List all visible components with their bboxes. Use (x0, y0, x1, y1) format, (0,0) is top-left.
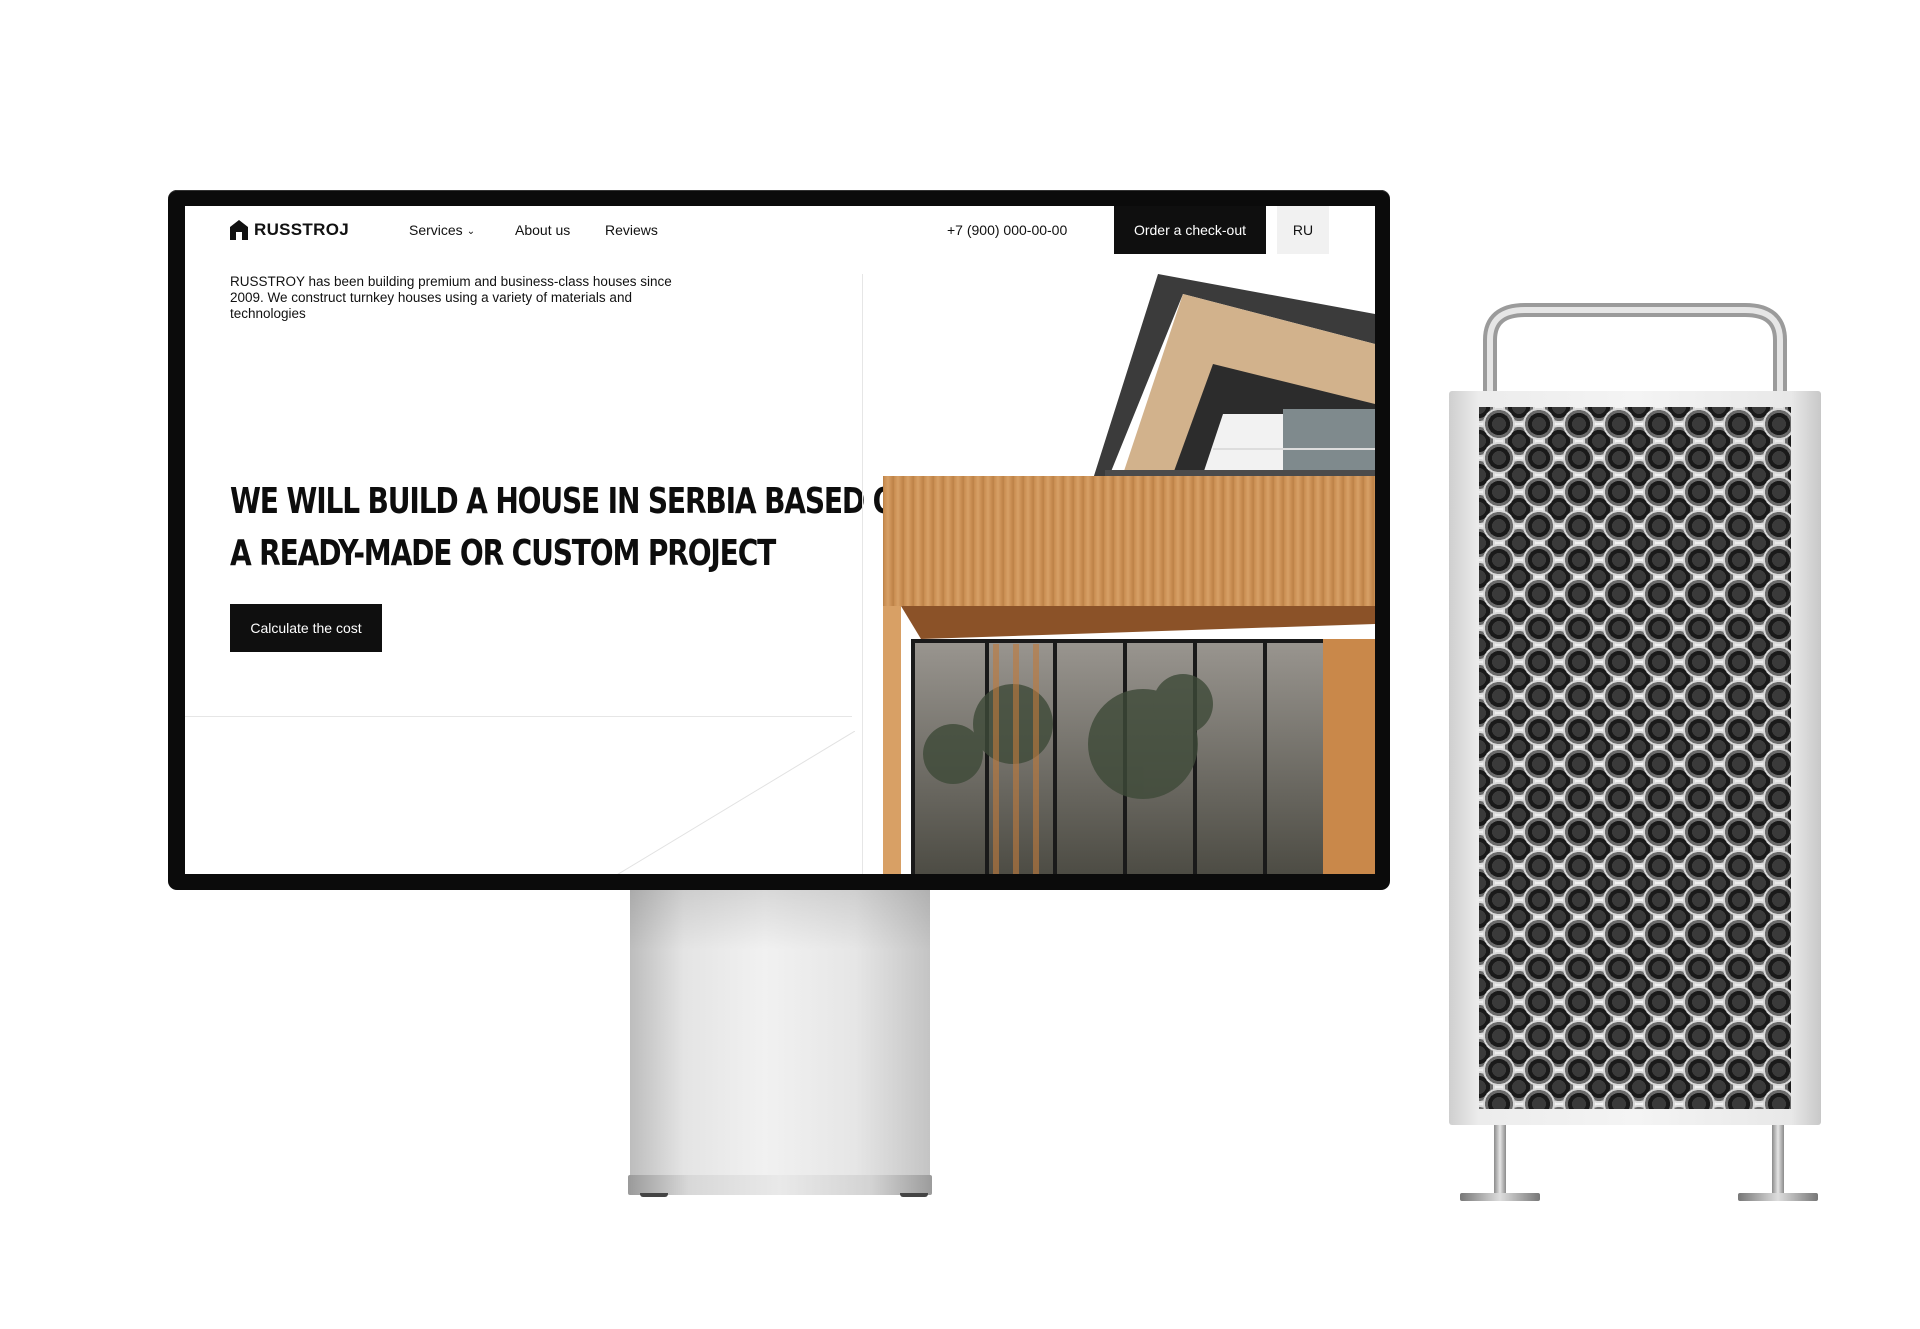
logo[interactable]: RUSSTROJ (230, 219, 349, 241)
tower-foot-right (1738, 1193, 1818, 1201)
display-monitor: RUSSTROJ Services ⌄ About us Reviews +7 (… (168, 190, 1390, 890)
website-screen: RUSSTROJ Services ⌄ About us Reviews +7 (… (185, 206, 1375, 874)
monitor-stand (630, 890, 930, 1190)
decorative-diagonal-line (617, 731, 855, 874)
hero-headline: We will build a house in Serbia based on… (230, 476, 919, 580)
hero-headline-line-1: We will build a house in Serbia based on (230, 481, 919, 522)
calculate-cost-button[interactable]: Calculate the cost (230, 604, 382, 652)
logo-text: RUSSTROJ (254, 220, 349, 239)
tower-foot-left (1460, 1193, 1540, 1201)
chevron-down-icon: ⌄ (466, 226, 476, 237)
vertical-divider (862, 274, 863, 874)
nav-about[interactable]: About us (515, 222, 570, 238)
horizontal-divider (185, 716, 852, 717)
monitor-stand-base (628, 1175, 932, 1195)
phone-number[interactable]: +7 (900) 000-00-00 (947, 222, 1067, 238)
order-checkout-button[interactable]: Order a check-out (1114, 206, 1266, 254)
nav-services[interactable]: Services ⌄ (409, 222, 475, 238)
stand-foot-left (640, 1193, 668, 1197)
nav-services-label: Services (409, 222, 463, 238)
language-button[interactable]: RU (1277, 206, 1329, 254)
tower-leg-right (1772, 1125, 1784, 1200)
hero-headline-line-2: a ready-made or custom project (230, 533, 776, 574)
house-logo-icon (230, 220, 248, 240)
mac-pro-tower (1449, 391, 1821, 1125)
intro-text: RUSSTROY has been building premium and b… (230, 274, 672, 321)
tower-handle (1483, 303, 1787, 400)
house-photo (883, 274, 1375, 874)
tower-grille (1479, 407, 1791, 1109)
top-navigation: RUSSTROJ Services ⌄ About us Reviews +7 (… (185, 206, 1375, 254)
tower-leg-left (1494, 1125, 1506, 1200)
stand-foot-right (900, 1193, 928, 1197)
nav-reviews[interactable]: Reviews (605, 222, 658, 238)
